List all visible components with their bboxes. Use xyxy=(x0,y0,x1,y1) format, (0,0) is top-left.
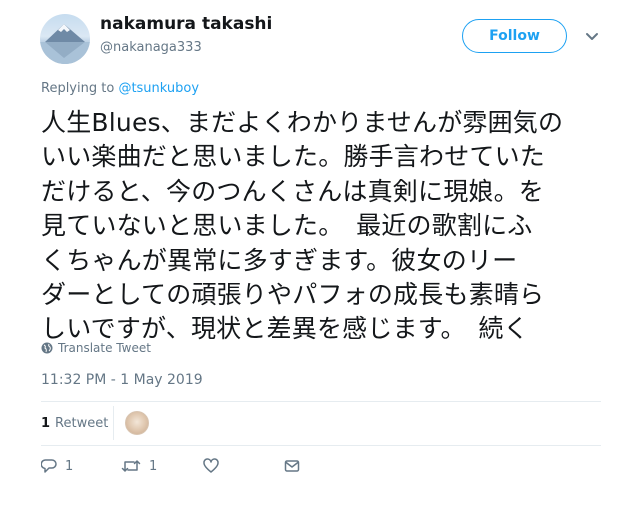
retweet-button[interactable]: 1 xyxy=(121,458,157,474)
reply-context: Replying to @tsunkuboy xyxy=(41,81,199,96)
globe-icon xyxy=(41,342,53,354)
user-name[interactable]: nakamura takashi xyxy=(100,14,272,34)
heart-icon xyxy=(203,458,219,473)
reply-count: 1 xyxy=(65,458,74,474)
divider xyxy=(41,401,601,402)
stats-separator xyxy=(113,406,114,440)
retweeter-avatar[interactable] xyxy=(125,411,149,435)
tweet-timestamp[interactable]: 11:32 PM - 1 May 2019 xyxy=(41,372,203,388)
retweet-icon xyxy=(121,460,141,472)
translate-label: Translate Tweet xyxy=(58,341,151,355)
like-button[interactable] xyxy=(203,458,219,474)
avatar[interactable] xyxy=(40,14,90,64)
retweet-action-count: 1 xyxy=(149,458,158,474)
tweet-text: 人生Blues、まだよくわかりませんが雰囲気の いい楽曲だと思いました。勝手言わ… xyxy=(41,106,606,347)
reply-icon xyxy=(41,459,57,473)
message-icon xyxy=(284,460,300,472)
retweet-stats[interactable]: 1 Retweet xyxy=(41,402,149,444)
reply-button[interactable]: 1 xyxy=(41,458,73,474)
tweet-line: くちゃんが異常に多すぎます。彼女のリー xyxy=(41,245,518,275)
tweet-line: 人生Blues、まだよくわかりませんが雰囲気の xyxy=(41,108,564,137)
divider xyxy=(41,445,601,446)
reply-mention-link[interactable]: @tsunkuboy xyxy=(118,81,199,96)
mountain-picture xyxy=(40,24,90,64)
tweet-line: だけると、今のつんくさんは真剣に現娘。を xyxy=(41,176,545,206)
reply-context-prefix: Replying to xyxy=(41,81,115,96)
user-handle[interactable]: @nakanaga333 xyxy=(100,40,202,55)
tweet-line: 見ていないと思いました。 最近の歌割にふ xyxy=(41,211,533,241)
tweet-actions: 1 1 xyxy=(41,458,601,486)
tweet-line: いい楽曲だと思いました。勝手言わせていた xyxy=(41,142,546,172)
translate-tweet-link[interactable]: Translate Tweet xyxy=(41,341,151,355)
retweet-stat-count: 1 xyxy=(41,415,51,431)
retweet-stat-label: Retweet xyxy=(55,415,109,431)
tweet-line: ダーとしての頑張りやパフォの成長も素晴ら xyxy=(41,280,545,310)
chevron-down-icon[interactable] xyxy=(583,28,601,46)
follow-button[interactable]: Follow xyxy=(462,19,567,53)
direct-message-button[interactable] xyxy=(284,458,300,474)
